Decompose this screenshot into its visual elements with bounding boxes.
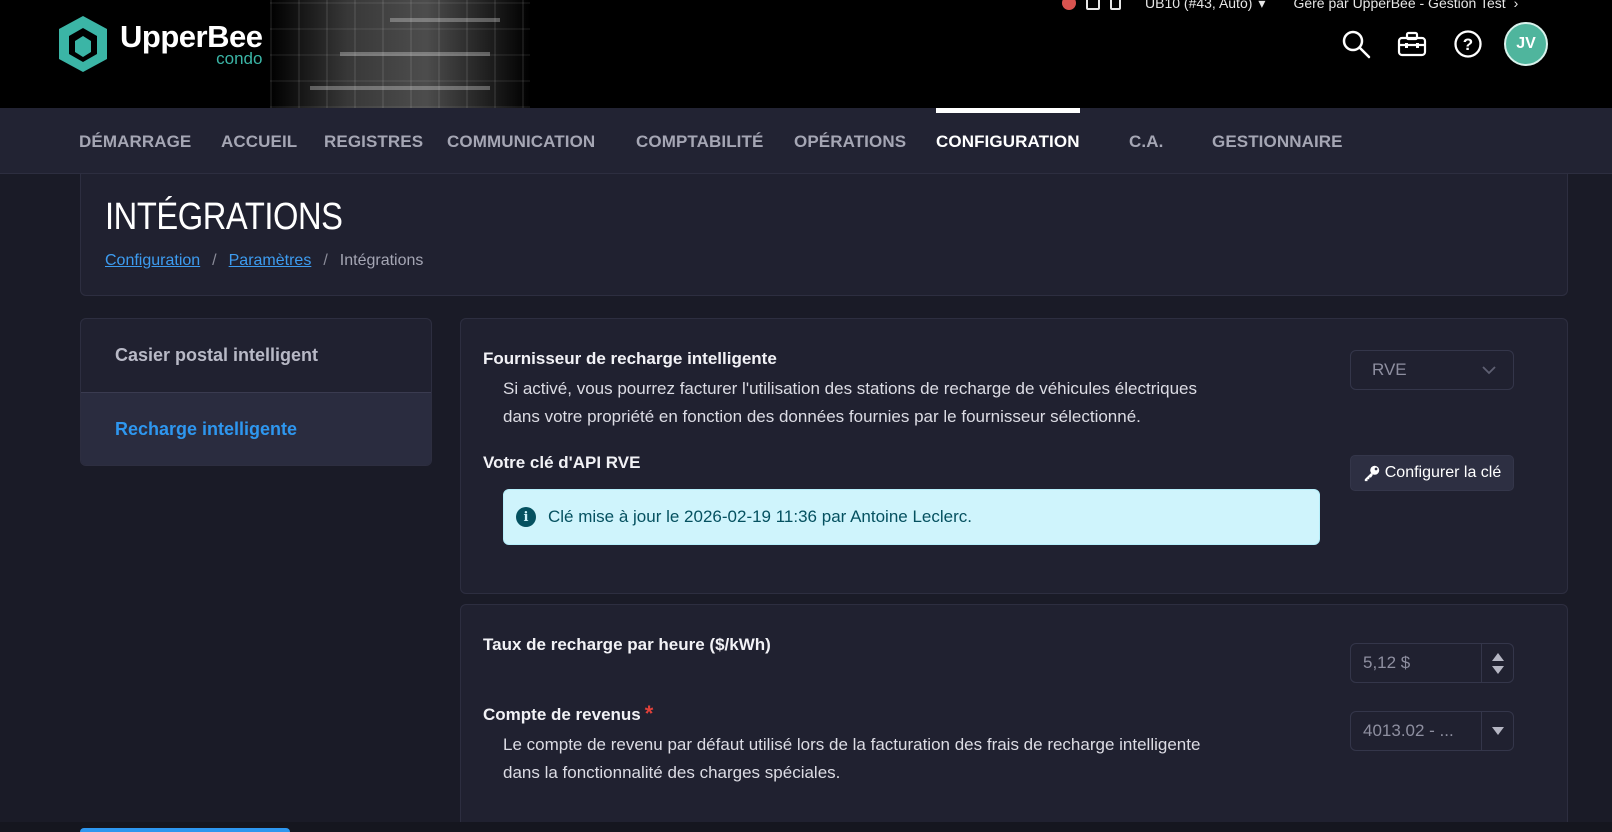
revenue-label: Compte de revenus * [483,701,653,731]
api-key-label: Votre clé d'API RVE [483,453,641,472]
chevron-down-icon [1482,366,1496,375]
revenue-label-text: Compte de revenus [483,705,641,724]
info-icon: i [516,507,536,527]
nav-communication[interactable]: COMMUNICATION [447,108,595,174]
header-tools: ? JV [1318,22,1548,66]
top-header: UpperBee condo UB10 (#43, Auto) ▾ Géré p… [0,0,1612,108]
rate-input-value: 5,12 $ [1363,653,1411,672]
breadcrumb-current: Intégrations [339,252,424,269]
api-key-info-text: Clé mise à jour le 2026-02-19 11:36 par … [548,507,972,526]
help-button[interactable]: ? [1450,26,1486,62]
integrations-sidebar: Casier postal intelligent Recharge intel… [80,318,432,466]
revenue-description-line: dans la fonctionnalité des charges spéci… [503,763,841,782]
required-marker: * [644,701,654,726]
chevron-right-icon[interactable]: › [1514,0,1519,11]
rate-card: Taux de recharge par heure ($/kWh) 5,12 … [460,604,1568,832]
nav-registres[interactable]: REGISTRES [324,108,423,174]
breadcrumb-parametres[interactable]: Paramètres [229,252,312,270]
caret-down-icon[interactable]: ▾ [1258,0,1265,12]
page-title: INTÉGRATIONS [105,196,343,238]
brand-logo[interactable]: UpperBee condo [56,14,263,74]
breadcrumb-configuration[interactable]: Configuration [105,252,200,270]
mail-icon[interactable] [1086,0,1100,10]
provider-description-line: dans votre propriété en fonction des don… [503,407,1141,426]
bottom-action-button[interactable] [80,828,290,832]
provider-description-line: Si activé, vous pourrez facturer l'utili… [503,379,1197,398]
rate-input[interactable]: 5,12 $ [1350,643,1514,683]
increment-icon[interactable] [1491,652,1504,661]
toolbox-icon [1397,31,1427,57]
rate-stepper[interactable] [1481,644,1513,682]
building-banner-image [270,0,530,108]
unit-selector[interactable]: UB10 (#43, Auto) [1145,0,1252,11]
revenue-account-value: 4013.02 - ... [1363,721,1454,740]
main-nav: DÉMARRAGE ACCUEIL REGISTRES COMMUNICATIO… [0,108,1612,174]
provider-select-value: RVE [1372,360,1407,379]
search-button[interactable] [1338,26,1374,62]
nav-comptabilite[interactable]: COMPTABILITÉ [636,108,763,174]
revenue-description-line: Le compte de revenu par défaut utilisé l… [503,735,1201,754]
api-key-info-alert: i Clé mise à jour le 2026-02-19 11:36 pa… [503,489,1320,545]
revenue-dropdown-toggle[interactable] [1481,712,1513,750]
provider-select[interactable]: RVE [1350,350,1514,390]
nav-configuration[interactable]: CONFIGURATION [936,108,1080,174]
key-icon [1364,465,1379,482]
brand-name: UpperBee [120,19,263,54]
provider-label: Fournisseur de recharge intelligente [483,349,777,368]
nav-ca[interactable]: C.A. [1129,108,1163,174]
managed-by-link[interactable]: Géré par UpperBee - Gestion Test [1293,0,1505,11]
page-header-card: INTÉGRATIONS Configuration / Paramètres … [80,174,1568,296]
user-avatar[interactable]: JV [1504,22,1548,66]
search-icon [1342,30,1371,59]
sidebar-item-casier-postal[interactable]: Casier postal intelligent [81,319,431,392]
toolbox-button[interactable] [1394,26,1430,62]
context-bar: UB10 (#43, Auto) ▾ Géré par UpperBee - G… [1062,0,1518,12]
nav-operations[interactable]: OPÉRATIONS [794,108,906,174]
close-circle-icon[interactable] [1062,0,1076,10]
phone-icon[interactable] [1110,0,1121,10]
configure-key-label: Configurer la clé [1384,464,1502,481]
sidebar-item-recharge[interactable]: Recharge intelligente [81,392,431,465]
svg-text:?: ? [1463,35,1473,54]
provider-description: Si activé, vous pourrez facturer l'utili… [503,375,1303,431]
revenue-description: Le compte de revenu par défaut utilisé l… [503,731,1303,787]
help-icon: ? [1454,30,1482,58]
caret-down-icon [1491,727,1504,735]
upperbee-hex-icon [59,16,107,72]
rate-label: Taux de recharge par heure ($/kWh) [483,635,771,654]
nav-demarrage[interactable]: DÉMARRAGE [79,108,191,174]
configure-key-button[interactable]: Configurer la clé [1350,455,1514,491]
decrement-icon[interactable] [1491,665,1504,674]
nav-accueil[interactable]: ACCUEIL [221,108,297,174]
breadcrumb-separator: / [323,252,328,269]
provider-card: Fournisseur de recharge intelligente Si … [460,318,1568,594]
breadcrumb: Configuration / Paramètres / Intégration… [105,252,423,270]
nav-gestionnaire[interactable]: GESTIONNAIRE [1212,108,1343,174]
revenue-account-select[interactable]: 4013.02 - ... [1350,711,1514,751]
breadcrumb-separator: / [212,252,217,269]
